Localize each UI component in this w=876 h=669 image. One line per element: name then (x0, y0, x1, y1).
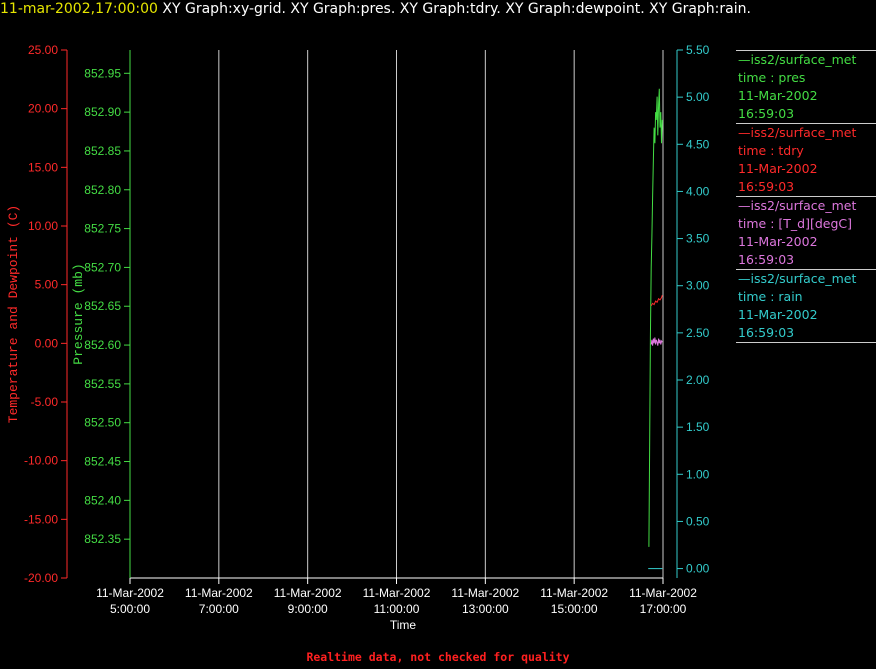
pressure-tick-label: 852.55 (84, 377, 121, 391)
x-tick-label-time: 17:00:00 (640, 602, 687, 616)
x-tick-label-date: 11-Mar-2002 (540, 586, 608, 600)
rain-tick-label: 2.00 (686, 373, 710, 387)
x-tick-label-date: 11-Mar-2002 (274, 586, 342, 600)
x-tick-label-time: 5:00:00 (110, 602, 150, 616)
temperature-tick-label: 10.00 (28, 219, 58, 233)
pressure-tick-label: 852.95 (84, 66, 121, 80)
series-line-tdry (650, 295, 663, 307)
temperature-tick-label: -10.00 (24, 454, 58, 468)
x-tick-label-time: 13:00:00 (462, 602, 509, 616)
temperature-tick-label: 0.00 (35, 336, 59, 350)
pressure-tick-label: 852.65 (84, 299, 121, 313)
legend-time: 16:59:03 (738, 252, 795, 267)
rain-tick-label: 4.50 (686, 137, 710, 151)
legend-field: time : tdry (738, 143, 804, 158)
rain-tick-label: 0.00 (686, 562, 710, 576)
legend-field: time : [T_d][degC] (738, 216, 853, 231)
legend-date: 11-Mar-2002 (738, 234, 818, 249)
x-tick-label-date: 11-Mar-2002 (363, 586, 431, 600)
x-tick-label-date: 11-Mar-2002 (451, 586, 519, 600)
rain-tick-label: 3.00 (686, 279, 710, 293)
rain-tick-label: 1.50 (686, 420, 710, 434)
legend-time: 16:59:03 (738, 106, 795, 121)
quality-notice: Realtime data, not checked for quality (306, 650, 570, 664)
pressure-tick-label: 852.35 (84, 532, 121, 546)
pressure-tick-label: 852.85 (84, 144, 121, 158)
temperature-tick-label: 15.00 (28, 160, 58, 174)
x-tick-label-time: 9:00:00 (288, 602, 328, 616)
temperature-tick-label: 5.00 (35, 278, 59, 292)
legend-entry-dewpoint: —iss2/surface_met time : [T_d][degC] 11-… (736, 196, 876, 269)
legend-source: —iss2/surface_met (738, 198, 857, 213)
temperature-tick-label: -5.00 (31, 395, 59, 409)
x-tick-label-time: 11:00:00 (374, 602, 420, 616)
x-tick-label-date: 11-Mar-2002 (185, 586, 253, 600)
temperature-tick-label: -15.00 (24, 512, 58, 526)
legend-field: time : rain (738, 289, 803, 304)
rain-tick-label: 5.00 (686, 90, 710, 104)
legend-source: —iss2/surface_met (738, 271, 857, 286)
x-tick-label-date: 11-Mar-2002 (629, 586, 697, 600)
pressure-tick-label: 852.40 (84, 493, 121, 507)
legend-source: —iss2/surface_met (738, 52, 857, 67)
legend-date: 11-Mar-2002 (738, 307, 818, 322)
legend-source: —iss2/surface_met (738, 125, 857, 140)
rain-tick-label: 5.50 (686, 43, 710, 57)
legend-date: 11-Mar-2002 (738, 88, 818, 103)
legend-entry-rain: —iss2/surface_met time : rain 11-Mar-200… (736, 269, 876, 343)
axes: 11-Mar-2002 5:00:00 11-Mar-2002 7:00:00 11-M… (24, 43, 710, 616)
legend-entry-pres: —iss2/surface_met time : pres 11-Mar-200… (736, 50, 876, 123)
temperature-tick-label: -20.00 (24, 571, 58, 585)
pressure-axis-label: Pressure (mb) (71, 263, 86, 364)
rain-tick-label: 4.00 (686, 184, 710, 198)
legend-time: 16:59:03 (738, 179, 795, 194)
pressure-tick-label: 852.45 (84, 455, 121, 469)
x-tick-label-time: 15:00:00 (551, 602, 598, 616)
legend-entry-tdry: —iss2/surface_met time : tdry 11-Mar-200… (736, 123, 876, 196)
legend-time: 16:59:03 (738, 325, 795, 340)
x-tick-label-date: 11-Mar-2002 (96, 586, 164, 600)
x-tick-label-time: 7:00:00 (199, 602, 239, 616)
pressure-tick-label: 852.90 (84, 105, 121, 119)
pressure-tick-label: 852.60 (84, 338, 121, 352)
temperature-axis-label: Temperature and Dewpoint (C) (6, 205, 21, 423)
legend: —iss2/surface_met time : pres 11-Mar-200… (736, 50, 876, 343)
x-axis-label: Time (390, 618, 417, 632)
pressure-tick-label: 852.75 (84, 222, 121, 236)
pressure-tick-label: 852.70 (84, 260, 121, 274)
pressure-tick-label: 852.80 (84, 183, 121, 197)
pressure-tick-label: 852.50 (84, 416, 121, 430)
series-layer (648, 88, 663, 570)
rain-tick-label: 2.50 (686, 326, 710, 340)
series-line-pres (648, 88, 663, 547)
temperature-tick-label: 20.00 (28, 102, 58, 116)
temperature-tick-label: 25.00 (28, 43, 58, 57)
legend-field: time : pres (738, 70, 806, 85)
rain-tick-label: 1.00 (686, 467, 710, 481)
rain-tick-label: 3.50 (686, 232, 710, 246)
vertical-grid (218, 50, 664, 578)
rain-tick-label: 0.50 (686, 514, 710, 528)
legend-date: 11-Mar-2002 (738, 161, 818, 176)
series-line-t-d-degc (650, 337, 663, 346)
